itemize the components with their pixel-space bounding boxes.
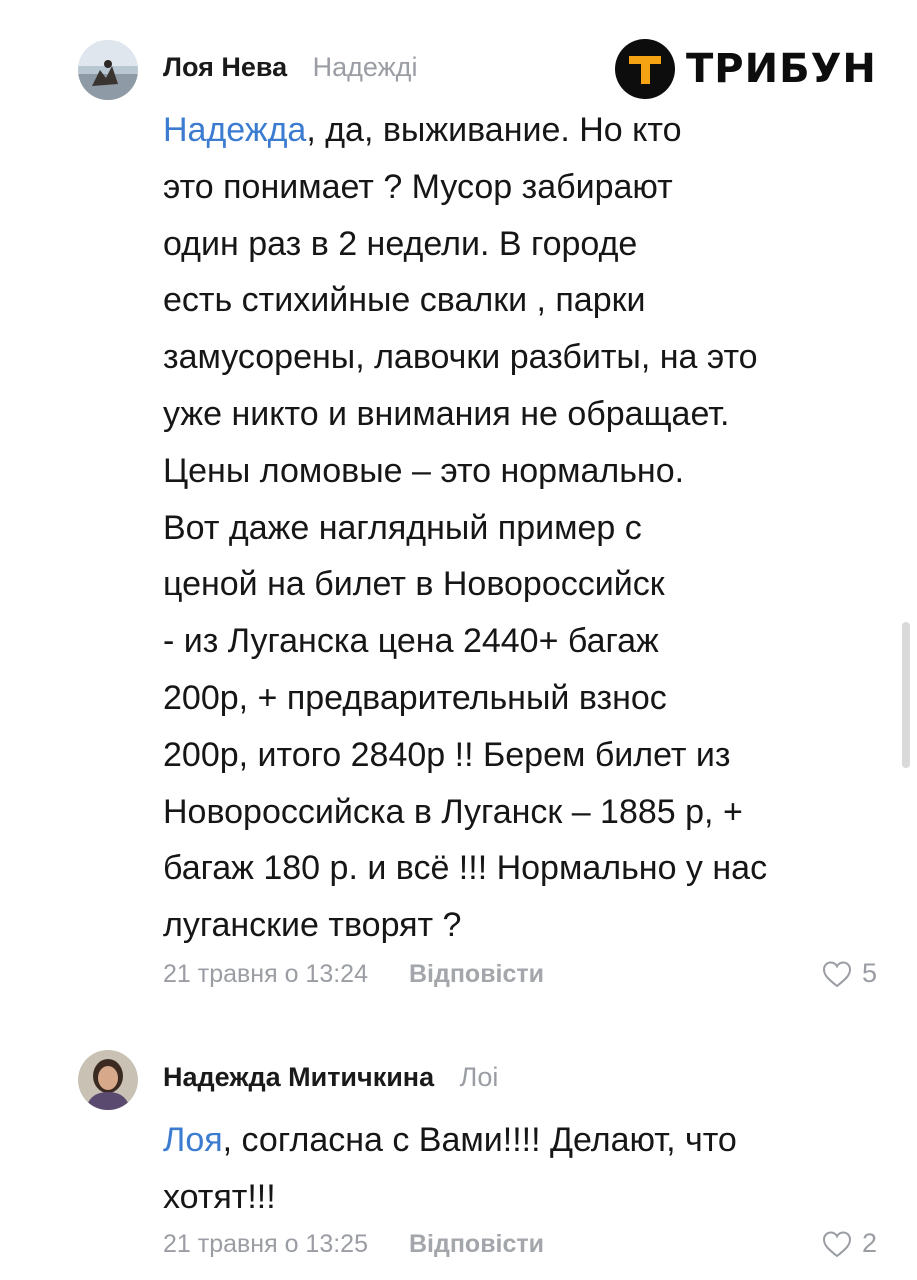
comment-line: есть стихийные свалки , парки <box>163 281 646 320</box>
comment-line: - из Луганска цена 2440+ багаж <box>163 622 659 661</box>
logo-mark-icon <box>615 39 675 99</box>
comment-line: ценой на билет в Новороссийск <box>163 565 665 604</box>
comment-header: Надежда Митичкина Лоі <box>163 1062 498 1093</box>
reply-button[interactable]: Відповісти <box>409 1230 544 1258</box>
reply-to-name[interactable]: Надежді <box>313 52 418 82</box>
heart-icon <box>822 1230 851 1257</box>
comment-line: это понимает ? Мусор забирают <box>163 167 673 206</box>
comment-line: , согласна с Вами!!!! Делают, что <box>222 1121 737 1159</box>
comment-line: багаж 180 р. и всё !!! Нормально у нас <box>163 849 768 888</box>
avatar-photo <box>78 1050 138 1110</box>
comment-line: 200р, итого 2840р !! Берем билет из <box>163 735 731 774</box>
comment-line: 200р, + предварительный взнос <box>163 678 667 717</box>
comment-text: Лоя, согласна с Вами!!!! Делают, что хот… <box>163 1112 863 1226</box>
like-button[interactable]: 2 <box>822 1228 877 1259</box>
author-name[interactable]: Лоя Нева <box>163 52 287 82</box>
comment-line: уже никто и внимания не обращает. <box>163 394 730 433</box>
avatar-photo <box>78 40 138 100</box>
logo-text: ТРИБУН <box>686 46 877 92</box>
comment-text: Надежда, да, выживание. Но кто это поним… <box>163 102 863 954</box>
comment-meta: 21 травня о 13:24 Відповісти <box>163 960 544 989</box>
timestamp: 21 травня о 13:24 <box>163 960 368 988</box>
tribun-logo: ТРИБУН <box>614 38 877 100</box>
comment-line: Новороссийска в Луганск – 1885 р, + <box>163 792 743 831</box>
like-button[interactable]: 5 <box>822 958 877 989</box>
comment-line: Вот даже наглядный пример с <box>163 508 642 547</box>
comment-line: замусорены, лавочки разбиты, на это <box>163 338 758 377</box>
scrollbar[interactable] <box>902 622 910 768</box>
author-name[interactable]: Надежда Митичкина <box>163 1062 434 1092</box>
comment-line: один раз в 2 недели. В городе <box>163 224 638 263</box>
reply-to-name[interactable]: Лоі <box>460 1062 499 1092</box>
comment-header: Лоя Нева Надежді <box>163 52 417 83</box>
like-count: 5 <box>861 958 877 988</box>
comment-line: хотят!!! <box>163 1177 276 1216</box>
comment-line: луганские творят ? <box>163 906 462 945</box>
comment-meta: 21 травня о 13:25 Відповісти <box>163 1230 544 1259</box>
avatar[interactable] <box>78 1050 138 1110</box>
mention-link[interactable]: Лоя <box>163 1121 223 1159</box>
comment-line: , да, выживание. Но кто <box>306 111 682 149</box>
comment-line: Цены ломовые – это нормально. <box>163 451 685 490</box>
like-count: 2 <box>861 1228 877 1258</box>
reply-button[interactable]: Відповісти <box>409 960 544 988</box>
heart-icon <box>822 960 851 987</box>
mention-link[interactable]: Надежда <box>163 111 306 149</box>
avatar[interactable] <box>78 40 138 100</box>
timestamp: 21 травня о 13:25 <box>163 1230 368 1258</box>
